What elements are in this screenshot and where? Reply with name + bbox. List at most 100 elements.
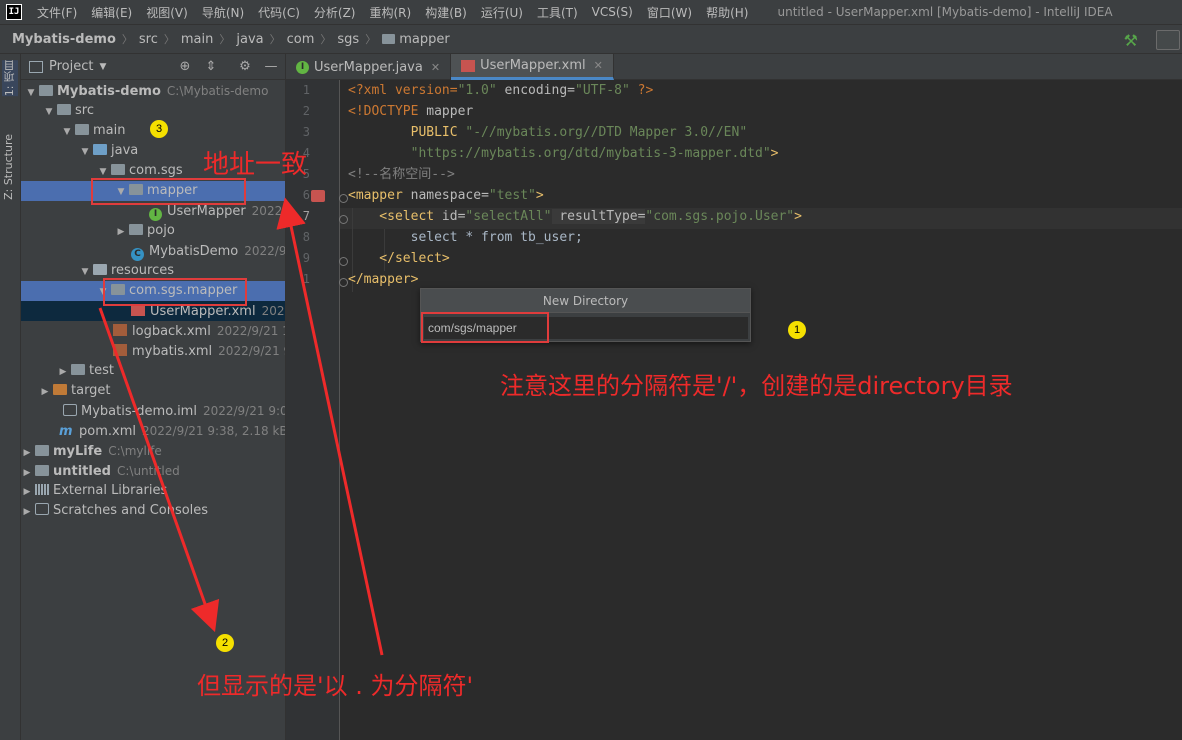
close-icon[interactable]: ✕ xyxy=(594,59,603,72)
menu-refactor[interactable]: 重构(R) xyxy=(363,4,419,21)
crumb-java[interactable]: java xyxy=(236,32,263,47)
tree-item-src[interactable]: ▼ src xyxy=(21,101,285,122)
code-token: mapper xyxy=(418,104,474,119)
close-icon[interactable]: ✕ xyxy=(431,61,440,74)
code-token: namespace= xyxy=(402,188,489,203)
code-line-5[interactable]: <!--名称空间--> xyxy=(348,164,455,185)
menu-run[interactable]: 运行(U) xyxy=(474,4,530,21)
crumb-separator: 〉 xyxy=(121,33,133,46)
project-panel-title[interactable]: Project xyxy=(49,59,93,74)
tree-item-scratches[interactable]: ▶ Scratches and Consoles xyxy=(21,501,285,522)
crumb-separator: 〉 xyxy=(320,33,332,46)
mybatis-xml-icon xyxy=(461,59,476,72)
tab-usermapper-xml[interactable]: UserMapper.xml ✕ xyxy=(451,54,614,80)
collapse-arrow-icon[interactable]: ▶ xyxy=(115,222,127,242)
tree-item-label: Scratches and Consoles xyxy=(53,503,209,518)
menu-tools[interactable]: 工具(T) xyxy=(530,4,585,21)
code-token: id= xyxy=(434,209,466,224)
code-line-2[interactable]: <!DOCTYPE mapper xyxy=(348,101,473,122)
code-line-10[interactable]: </mapper> xyxy=(348,269,418,290)
build-hammer-icon[interactable]: ⚒ xyxy=(1124,31,1138,50)
tree-item-target[interactable]: ▶ target xyxy=(21,381,285,402)
menu-view[interactable]: 视图(V) xyxy=(139,4,195,21)
menu-vcs[interactable]: VCS(S) xyxy=(585,5,640,19)
collapse-arrow-icon[interactable]: ▶ xyxy=(21,502,33,522)
run-config-selector[interactable] xyxy=(1156,30,1180,50)
crumb-main[interactable]: main xyxy=(181,32,213,47)
crumb-separator: 〉 xyxy=(365,33,377,46)
run-toolbar: ⚒ xyxy=(1124,25,1182,55)
tree-item-mybatis-xml[interactable]: mybatis.xml 2022/9/21 9:38 xyxy=(21,341,285,361)
tree-item-label: mybatis.xml xyxy=(132,344,213,359)
expand-arrow-icon[interactable]: ▼ xyxy=(79,142,91,162)
menu-edit[interactable]: 编辑(E) xyxy=(84,4,139,21)
tree-item-untitled[interactable]: ▶ untitled C:\untitled xyxy=(21,461,285,483)
tree-item-pojo[interactable]: ▶ pojo xyxy=(21,221,285,242)
expand-arrow-icon[interactable]: ▼ xyxy=(79,262,91,282)
fold-marker-icon[interactable] xyxy=(339,257,348,266)
editor-tabs: I UserMapper.java ✕ UserMapper.xml ✕ xyxy=(286,54,1182,80)
menu-window[interactable]: 窗口(W) xyxy=(640,4,699,21)
window-title: untitled - UserMapper.xml [Mybatis-demo]… xyxy=(777,5,1113,19)
collapse-arrow-icon[interactable]: ▶ xyxy=(57,362,69,382)
code-token: "-//mybatis.org//DTD Mapper 3.0//EN" xyxy=(465,125,748,140)
annotation-separator-note: 注意这里的分隔符是'/'，创建的是directory目录 xyxy=(500,372,1013,400)
menu-help[interactable]: 帮助(H) xyxy=(699,4,755,21)
collapse-arrow-icon[interactable]: ▶ xyxy=(21,463,33,483)
marker-1: 1 xyxy=(788,321,806,339)
gear-icon[interactable]: ⚙ xyxy=(237,59,253,74)
crumb-src[interactable]: src xyxy=(139,32,158,47)
fold-marker-icon[interactable] xyxy=(339,194,348,203)
minimize-icon[interactable]: — xyxy=(263,59,279,74)
expand-arrow-icon[interactable]: ▼ xyxy=(25,83,37,103)
tree-item-mybatis-demo[interactable]: ▼ Mybatis-demo C:\Mybatis-demo xyxy=(21,81,285,103)
collapse-arrow-icon[interactable]: ▶ xyxy=(39,382,51,402)
tree-item-logback-xml[interactable]: logback.xml 2022/9/21 12:2 xyxy=(21,321,285,341)
collapse-arrow-icon[interactable]: ▶ xyxy=(21,482,33,502)
code-line-9[interactable]: </select> xyxy=(348,248,449,269)
tree-item-label: External Libraries xyxy=(53,483,168,498)
crumb-sgs[interactable]: sgs xyxy=(337,32,359,47)
mybatis-navigate-icon[interactable] xyxy=(311,190,325,202)
tree-item-label: Mybatis-demo.iml xyxy=(81,404,197,419)
tree-item-date: 2022/9/21 12:2 xyxy=(216,324,285,338)
menu-code[interactable]: 代码(C) xyxy=(251,4,307,21)
tree-item-test[interactable]: ▶ test xyxy=(21,361,285,382)
code-line-3[interactable]: PUBLIC "-//mybatis.org//DTD Mapper 3.0//… xyxy=(348,122,748,143)
code-token: > xyxy=(794,209,802,224)
line-number: 8 xyxy=(302,230,310,244)
crumb-com[interactable]: com xyxy=(287,32,315,47)
fold-marker-icon[interactable] xyxy=(339,215,348,224)
collapse-arrow-icon[interactable]: ▶ xyxy=(21,443,33,463)
tree-item-external-libraries[interactable]: ▶ External Libraries xyxy=(21,481,285,502)
expand-arrow-icon[interactable]: ▼ xyxy=(43,102,55,122)
project-tool-tab[interactable]: 1: 项目 xyxy=(2,60,18,97)
code-line-4[interactable]: "https://mybatis.org/dtd/mybatis-3-mappe… xyxy=(348,143,779,164)
collapse-all-icon[interactable]: ⇕ xyxy=(203,59,219,74)
tab-usermapper-java[interactable]: I UserMapper.java ✕ xyxy=(286,54,452,80)
expand-arrow-icon[interactable]: ▼ xyxy=(61,122,73,142)
menu-navigate[interactable]: 导航(N) xyxy=(195,4,251,21)
tree-item-label: src xyxy=(75,103,94,118)
crumb-project[interactable]: Mybatis-demo xyxy=(12,32,116,47)
crumb-mapper[interactable]: mapper xyxy=(399,32,449,47)
code-line-1[interactable]: <?xml version="1.0" encoding="UTF-8" ?> xyxy=(348,80,653,101)
tree-item-mylife[interactable]: ▶ myLife C:\mylife xyxy=(21,441,285,463)
tree-item-mybatisdemo-class[interactable]: C MybatisDemo 2022/9/2 xyxy=(21,241,285,261)
menu-analyze[interactable]: 分析(Z) xyxy=(307,4,363,21)
code-line-7[interactable]: <select id="selectAll" resultType="com.s… xyxy=(348,206,802,227)
code-line-6[interactable]: <mapper namespace="test"> xyxy=(348,185,544,206)
structure-tool-tab[interactable]: Z: Structure xyxy=(2,134,15,200)
fold-marker-icon[interactable] xyxy=(339,278,348,287)
marker-2: 2 xyxy=(216,634,234,652)
locate-target-icon[interactable]: ⊕ xyxy=(177,59,193,74)
menu-file[interactable]: 文件(F) xyxy=(30,4,84,21)
annotation-same-path: 地址一致 xyxy=(203,150,308,180)
project-view-icon xyxy=(29,60,43,73)
chevron-down-icon[interactable]: ▼ xyxy=(99,62,106,72)
menu-build[interactable]: 构建(B) xyxy=(418,4,474,21)
menu-bar: IJ 文件(F) 编辑(E) 视图(V) 导航(N) 代码(C) 分析(Z) 重… xyxy=(0,0,1182,24)
tree-item-iml[interactable]: Mybatis-demo.iml 2022/9/21 9:04, 1.7 xyxy=(21,401,285,421)
code-line-8[interactable]: select * from tb_user; xyxy=(348,227,583,248)
tree-item-pom-xml[interactable]: m pom.xml 2022/9/21 9:38, 2.18 kB 2022/ xyxy=(21,421,285,441)
